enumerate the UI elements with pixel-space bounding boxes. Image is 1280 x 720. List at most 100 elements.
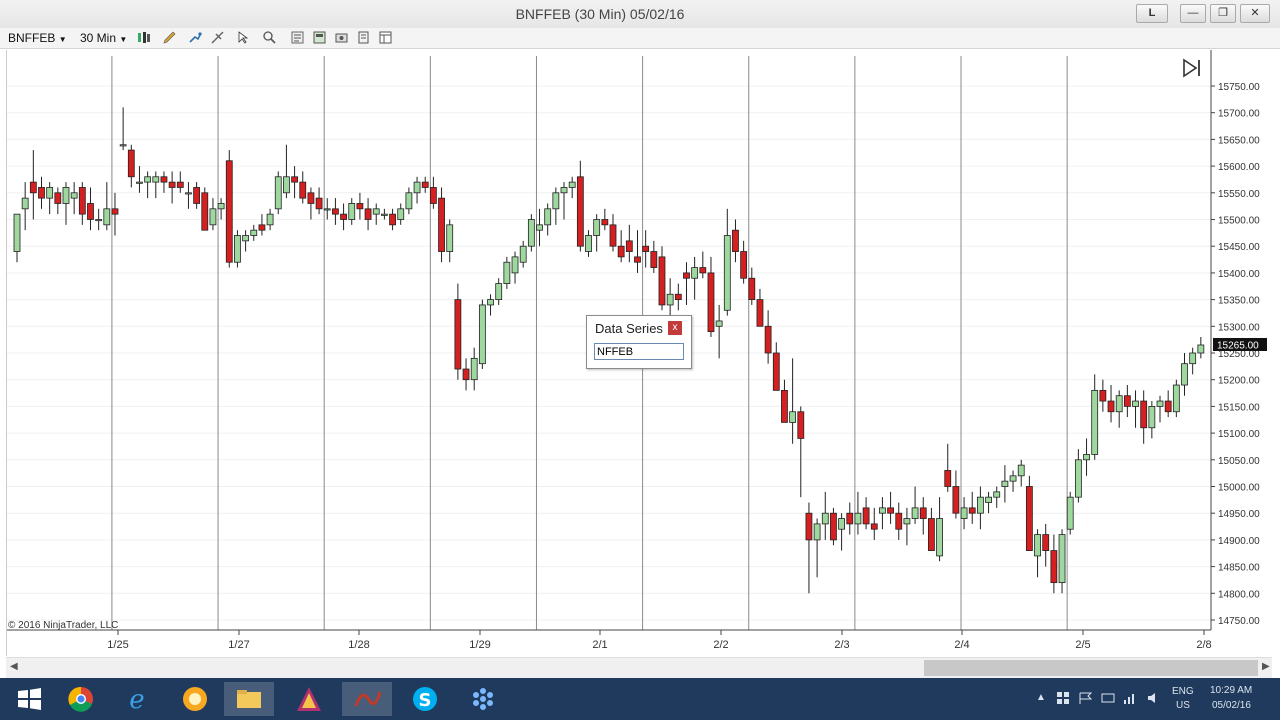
candle-body[interactable] — [536, 224, 543, 231]
internet-explorer-icon[interactable]: e — [112, 682, 162, 716]
bar-type-icon[interactable] — [136, 30, 151, 45]
candle-body[interactable] — [397, 208, 405, 220]
candle-body[interactable] — [813, 523, 821, 541]
candle-body[interactable] — [928, 518, 935, 551]
candle-body[interactable] — [1066, 496, 1074, 530]
tray-volume-icon[interactable] — [1146, 691, 1162, 705]
candle-body[interactable] — [119, 144, 127, 147]
candle-body[interactable] — [405, 192, 413, 210]
candle-body[interactable] — [691, 267, 699, 279]
candle-body[interactable] — [821, 512, 829, 525]
zoom-icon[interactable] — [262, 30, 277, 45]
candle-body[interactable] — [487, 299, 494, 306]
cursor-icon[interactable] — [236, 30, 251, 45]
screenshot-icon[interactable] — [334, 30, 349, 45]
candle-body[interactable] — [560, 187, 568, 194]
tray-windows-icon[interactable] — [1056, 691, 1070, 705]
candle-body[interactable] — [389, 213, 396, 226]
candle-body[interactable] — [1148, 405, 1156, 429]
templates-icon[interactable] — [378, 30, 393, 45]
candle-body[interactable] — [70, 192, 78, 199]
candle-body[interactable] — [601, 219, 609, 226]
candle-body[interactable] — [985, 496, 992, 503]
snowflake-app-icon[interactable] — [458, 682, 508, 716]
candle-body[interactable] — [756, 299, 764, 327]
candle-body[interactable] — [332, 208, 339, 215]
candle-body[interactable] — [462, 368, 470, 381]
tray-signal-icon[interactable] — [1122, 691, 1138, 705]
scroll-thumb[interactable] — [924, 660, 1258, 676]
trading-app-icon[interactable] — [284, 682, 334, 716]
minimize-button[interactable]: — — [1180, 4, 1206, 23]
candle-body[interactable] — [764, 325, 772, 354]
close-icon[interactable]: x — [668, 321, 682, 335]
candle-body[interactable] — [503, 261, 511, 284]
candle-body[interactable] — [830, 512, 837, 541]
data-series-input[interactable] — [594, 343, 684, 360]
candle-body[interactable] — [666, 293, 674, 306]
indicator-icon[interactable] — [188, 30, 203, 45]
candle-body[interactable] — [1172, 384, 1180, 413]
candle-body[interactable] — [968, 507, 976, 514]
candle-body[interactable] — [185, 192, 192, 195]
candle-body[interactable] — [846, 512, 854, 525]
candle-body[interactable] — [699, 267, 707, 274]
candle-body[interactable] — [62, 187, 70, 204]
candle-body[interactable] — [609, 224, 617, 247]
candle-body[interactable] — [1034, 534, 1041, 557]
candle-body[interactable] — [29, 181, 37, 194]
candle-body[interactable] — [674, 293, 682, 300]
candle-body[interactable] — [429, 187, 437, 204]
candle-body[interactable] — [879, 507, 886, 514]
candle-body[interactable] — [160, 176, 168, 183]
candle-body[interactable] — [993, 491, 1001, 498]
candle-body[interactable] — [95, 219, 103, 222]
candle-body[interactable] — [421, 181, 429, 188]
candle-body[interactable] — [593, 219, 601, 236]
candle-body[interactable] — [454, 299, 462, 370]
candle-body[interactable] — [854, 512, 862, 525]
candle-body[interactable] — [740, 251, 748, 279]
candle-body[interactable] — [234, 235, 241, 263]
maximize-button[interactable]: ❐ — [1210, 4, 1236, 23]
candle-body[interactable] — [1164, 400, 1172, 413]
candle-body[interactable] — [307, 192, 315, 204]
candle-body[interactable] — [707, 272, 715, 333]
candle-body[interactable] — [797, 411, 805, 439]
tray-network-icon[interactable] — [1100, 691, 1116, 705]
candle-body[interactable] — [1181, 363, 1188, 386]
pencil-icon[interactable] — [162, 30, 177, 45]
candle-body[interactable] — [372, 208, 380, 215]
candle-body[interactable] — [919, 507, 927, 519]
tray-expand-icon[interactable]: ▲ — [1036, 692, 1046, 703]
candle-body[interactable] — [732, 229, 739, 252]
candle-body[interactable] — [870, 523, 878, 530]
candle-body[interactable] — [478, 304, 486, 365]
candle-body[interactable] — [46, 187, 54, 199]
candle-body[interactable] — [1132, 400, 1139, 407]
tray-flag-icon[interactable] — [1078, 691, 1094, 705]
candle-body[interactable] — [617, 245, 625, 258]
candle-body[interactable] — [209, 208, 217, 226]
candle-body[interactable] — [21, 197, 29, 210]
candle-body[interactable] — [1140, 400, 1148, 429]
candle-body[interactable] — [1025, 486, 1033, 551]
candle-body[interactable] — [299, 181, 307, 199]
candle-body[interactable] — [903, 518, 911, 525]
candle-body[interactable] — [1083, 454, 1090, 461]
candle-body[interactable] — [552, 192, 560, 210]
interval-selector[interactable]: 30 Min ▼ — [80, 30, 127, 46]
browser-app-icon[interactable] — [168, 682, 218, 716]
candle-body[interactable] — [634, 256, 641, 263]
candle-body[interactable] — [772, 352, 780, 391]
candle-body[interactable] — [1197, 344, 1205, 354]
candle-body[interactable] — [568, 181, 576, 188]
scroll-right-icon[interactable]: ▶ — [1262, 661, 1270, 672]
candle-body[interactable] — [348, 203, 356, 220]
candle-body[interactable] — [838, 518, 846, 530]
candle-body[interactable] — [952, 486, 960, 514]
candle-body[interactable] — [78, 187, 86, 215]
candle-body[interactable] — [1091, 389, 1099, 455]
candle-body[interactable] — [1107, 400, 1115, 413]
candle-body[interactable] — [911, 507, 919, 519]
